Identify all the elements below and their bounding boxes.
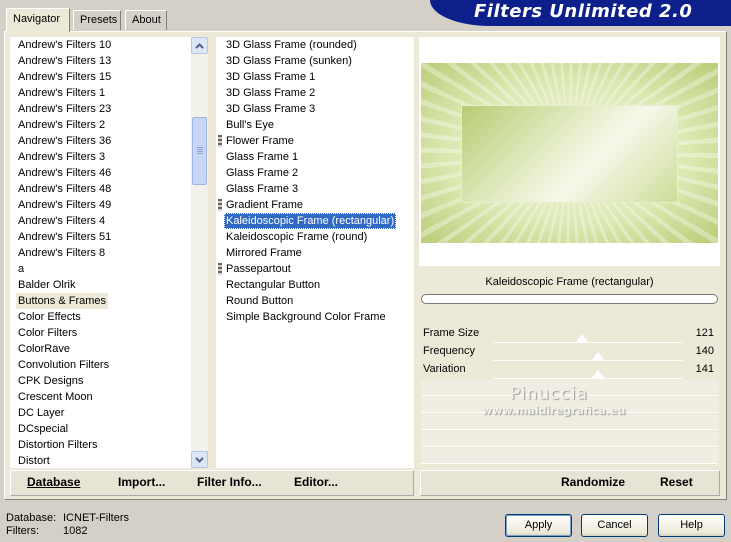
filter-item[interactable]: Glass Frame 2 bbox=[224, 165, 300, 181]
tab-navigator[interactable]: Navigator bbox=[6, 8, 70, 32]
watermark-url: www.maidiregrafica.eu bbox=[482, 404, 626, 417]
database-label: Database: bbox=[6, 512, 57, 524]
category-item[interactable]: Andrew's Filters 48 bbox=[16, 181, 113, 197]
category-item[interactable]: Andrew's Filters 2 bbox=[16, 117, 107, 133]
randomize-button[interactable]: Randomize bbox=[561, 475, 625, 489]
slider-thumb[interactable] bbox=[590, 352, 605, 361]
filter-marker-icon bbox=[218, 135, 222, 147]
empty-param-row bbox=[421, 431, 718, 447]
param-row: Frame Size 121 bbox=[421, 325, 718, 343]
filter-item[interactable]: Gradient Frame bbox=[224, 197, 305, 213]
filters-count-value: 1082 bbox=[63, 525, 88, 537]
filter-item[interactable]: 3D Glass Frame 2 bbox=[224, 85, 317, 101]
category-item[interactable]: Andrew's Filters 1 bbox=[16, 85, 107, 101]
category-item[interactable]: Color Filters bbox=[16, 325, 79, 341]
category-scrollbar[interactable] bbox=[191, 37, 208, 468]
category-item[interactable]: Andrew's Filters 36 bbox=[16, 133, 113, 149]
filter-item[interactable]: 3D Glass Frame 3 bbox=[224, 101, 317, 117]
category-item[interactable]: a bbox=[16, 261, 26, 277]
category-item[interactable]: Andrew's Filters 3 bbox=[16, 149, 107, 165]
category-item[interactable]: DCspecial bbox=[16, 421, 70, 437]
category-item[interactable]: Distort bbox=[16, 453, 52, 468]
param-value: 140 bbox=[695, 345, 714, 357]
scroll-up-button[interactable] bbox=[191, 37, 208, 54]
param-slider[interactable] bbox=[493, 343, 683, 361]
import-button[interactable]: Import... bbox=[118, 475, 165, 489]
param-label: Variation bbox=[423, 363, 466, 375]
category-item[interactable]: CPK Designs bbox=[16, 373, 85, 389]
reset-button[interactable]: Reset bbox=[660, 475, 693, 489]
filter-item[interactable]: Passepartout bbox=[224, 261, 293, 277]
category-item[interactable]: Crescent Moon bbox=[16, 389, 95, 405]
param-row: Variation 141 bbox=[421, 361, 718, 379]
filter-item[interactable]: Bull's Eye bbox=[224, 117, 276, 133]
category-item[interactable]: Andrew's Filters 8 bbox=[16, 245, 107, 261]
chevron-up-icon bbox=[195, 42, 204, 49]
filter-item[interactable]: 3D Glass Frame 1 bbox=[224, 69, 317, 85]
filter-item[interactable]: Flower Frame bbox=[224, 133, 296, 149]
preview-image bbox=[421, 63, 718, 243]
category-item[interactable]: Andrew's Filters 23 bbox=[16, 101, 113, 117]
scroll-down-button[interactable] bbox=[191, 451, 208, 468]
filter-title: Kaleidoscopic Frame (rectangular) bbox=[421, 271, 718, 293]
progress-bar bbox=[421, 294, 718, 304]
category-item[interactable]: Distortion Filters bbox=[16, 437, 99, 453]
filter-item[interactable]: Simple Background Color Frame bbox=[224, 309, 388, 325]
database-value: ICNET-Filters bbox=[63, 512, 129, 524]
category-item[interactable]: Convolution Filters bbox=[16, 357, 111, 373]
category-item[interactable]: DC Layer bbox=[16, 405, 66, 421]
category-item[interactable]: ColorRave bbox=[16, 341, 72, 357]
tab-presets[interactable]: Presets bbox=[73, 10, 121, 30]
category-list: Andrew's Filters 10 Andrew's Filters 13 An… bbox=[10, 37, 191, 468]
category-item[interactable]: Andrew's Filters 10 bbox=[16, 37, 113, 53]
param-slider[interactable] bbox=[493, 325, 683, 343]
param-row: Frequency 140 bbox=[421, 343, 718, 361]
help-button[interactable]: Help bbox=[658, 514, 725, 537]
filter-item[interactable]: Kaleidoscopic Frame (rectangular) bbox=[224, 213, 397, 229]
category-item[interactable]: Buttons & Frames bbox=[16, 293, 109, 309]
param-label: Frame Size bbox=[423, 327, 480, 339]
filter-list: 3D Glass Frame (rounded) 3D Glass Frame (… bbox=[216, 37, 414, 468]
filter-marker-icon bbox=[218, 263, 222, 275]
category-item[interactable]: Andrew's Filters 13 bbox=[16, 53, 113, 69]
tab-about[interactable]: About bbox=[125, 10, 167, 30]
category-item[interactable]: Andrew's Filters 51 bbox=[16, 229, 113, 245]
banner-title: Filters Unlimited 2.0 bbox=[474, 1, 693, 22]
category-item[interactable]: Andrew's Filters 15 bbox=[16, 69, 113, 85]
category-item[interactable]: Andrew's Filters 49 bbox=[16, 197, 113, 213]
category-item[interactable]: Andrew's Filters 4 bbox=[16, 213, 107, 229]
cancel-button[interactable]: Cancel bbox=[581, 514, 648, 537]
param-value: 121 bbox=[695, 327, 714, 339]
category-item[interactable]: Color Effects bbox=[16, 309, 83, 325]
empty-param-row bbox=[421, 448, 718, 464]
slider-thumb[interactable] bbox=[575, 334, 590, 343]
category-item[interactable]: Andrew's Filters 46 bbox=[16, 165, 113, 181]
filter-item[interactable]: Round Button bbox=[224, 293, 295, 309]
filter-item[interactable]: 3D Glass Frame (rounded) bbox=[224, 37, 359, 53]
filters-count-label: Filters: bbox=[6, 525, 39, 537]
filter-item[interactable]: Rectangular Button bbox=[224, 277, 322, 293]
category-item[interactable]: Balder Olrik bbox=[16, 277, 77, 293]
scroll-thumb[interactable] bbox=[192, 117, 207, 185]
editor-button[interactable]: Editor... bbox=[294, 475, 338, 489]
filter-item[interactable]: Mirrored Frame bbox=[224, 245, 304, 261]
filter-item[interactable]: 3D Glass Frame (sunken) bbox=[224, 53, 354, 69]
slider-thumb[interactable] bbox=[590, 370, 605, 379]
watermark-name: Pinuccia bbox=[510, 384, 588, 404]
param-slider[interactable] bbox=[493, 361, 683, 379]
filter-item[interactable]: Kaleidoscopic Frame (round) bbox=[224, 229, 369, 245]
filter-item[interactable]: Glass Frame 1 bbox=[224, 149, 300, 165]
filter-marker-icon bbox=[218, 199, 222, 211]
database-button[interactable]: Database bbox=[27, 475, 80, 489]
param-value: 141 bbox=[695, 363, 714, 375]
filter-item[interactable]: Glass Frame 3 bbox=[224, 181, 300, 197]
apply-button[interactable]: Apply bbox=[505, 514, 572, 537]
filter-info-button[interactable]: Filter Info... bbox=[197, 475, 262, 489]
chevron-down-icon bbox=[195, 456, 204, 463]
param-label: Frequency bbox=[423, 345, 475, 357]
